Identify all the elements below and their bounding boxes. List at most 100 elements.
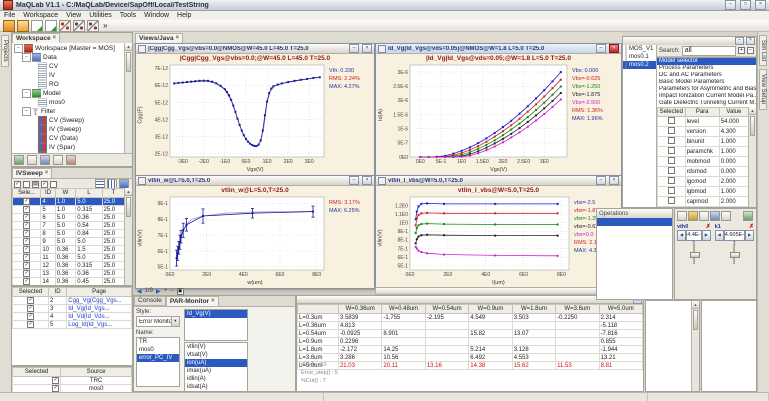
link-nodes-icon[interactable]	[59, 20, 71, 32]
ivsweep-scrollbar[interactable]: ▲	[124, 188, 132, 285]
column-header[interactable]: W=0.48um	[382, 305, 425, 314]
filter-node-icon[interactable]	[27, 155, 37, 165]
column-header[interactable]: Selected	[13, 288, 49, 297]
param-row[interactable]: igbmod1.000	[658, 187, 749, 197]
select-cell[interactable]	[658, 177, 686, 187]
close-icon[interactable]: ×	[45, 169, 49, 178]
column-header[interactable]: Selected	[13, 368, 61, 377]
select-cell[interactable]	[658, 117, 686, 127]
tuner-slider[interactable]	[733, 244, 735, 264]
table-row[interactable]: ✓51.00.31525.0	[13, 206, 125, 214]
param-value[interactable]: 0.000	[719, 167, 748, 177]
pager-next-icon[interactable]: ▶	[156, 288, 161, 295]
tab-sim-list[interactable]: Sim List	[759, 35, 767, 66]
tab-console[interactable]: Console	[134, 296, 166, 306]
table-row[interactable]: ✓2Cgg_Vg(Cgg_Vgs...	[13, 297, 132, 305]
checkbox-icon[interactable]: ✓	[27, 321, 34, 328]
add-param-button[interactable]: +	[738, 47, 745, 54]
expander-icon[interactable]: −	[22, 89, 31, 98]
new-workspace-icon[interactable]	[3, 20, 15, 32]
param-row[interactable]: capmod2.000	[658, 197, 749, 207]
param-group-item[interactable]: Process Parameters	[657, 65, 756, 72]
table-row[interactable]: L=0.36um4.813-5.118	[298, 322, 643, 330]
table-row[interactable]: ✓65.00.3625.0	[13, 214, 125, 222]
idvg-chart[interactable]: 0E05E-11E01.5E02E02.5E03E03E-62.5E-62E-6…	[385, 63, 570, 167]
collapsed-window-strip[interactable]	[375, 287, 620, 295]
param-group-item[interactable]: DC and AC Parameters	[657, 72, 756, 79]
select-cell[interactable]: ✓	[13, 214, 41, 222]
column-header[interactable]: W	[55, 189, 75, 198]
tuner-value[interactable]: 4.4E-1	[686, 230, 702, 241]
tree-node-data[interactable]: −Data	[12, 53, 125, 62]
table-row[interactable]: ✓120.360.31525.0	[13, 262, 125, 270]
table-row[interactable]: ✓5Log_Id(Id_Vgs...	[13, 321, 132, 329]
remove-param-button[interactable]: −	[747, 47, 754, 54]
select-cell[interactable]	[658, 167, 686, 177]
checkbox-icon[interactable]: ✓	[23, 214, 30, 221]
param-row[interactable]: rgatemod1.000	[658, 207, 749, 208]
param-value[interactable]: 1.000	[719, 187, 748, 197]
metric-item[interactable]: idlin(A)	[185, 375, 247, 383]
param-group-item[interactable]: Basic Model Parameters	[657, 79, 756, 86]
checkbox-icon[interactable]: ✓	[23, 278, 30, 285]
close-icon[interactable]: ×	[176, 34, 180, 43]
remove-tuner-icon[interactable]: ✗	[749, 223, 754, 230]
model-item[interactable]: MOS_V1	[623, 45, 656, 53]
remove-tuner-icon[interactable]: ✗	[706, 223, 711, 230]
operation-item[interactable]	[597, 218, 672, 226]
table-row[interactable]: L=0.54um-0.09258.90115.8213.07-7.816	[298, 330, 643, 338]
table-row[interactable]: ✓95.05.025.0	[13, 238, 125, 246]
model-item[interactable]: mos0.2	[623, 61, 656, 69]
column-header[interactable]: ID	[41, 189, 55, 198]
column-header[interactable]: T	[102, 189, 124, 198]
page-link[interactable]: Id_Vd(Id_Vds...	[67, 313, 132, 321]
param-row[interactable]: rdsmod0.000	[658, 167, 749, 177]
targets-list[interactable]: Id_Vg(V)	[184, 309, 248, 341]
menu-file[interactable]: File	[0, 12, 19, 19]
checkbox-icon[interactable]: ✓	[52, 385, 59, 392]
column-header[interactable]: Selected	[658, 108, 686, 117]
table-row[interactable]: ✓110.365.025.0	[13, 254, 125, 262]
pager-prev-icon[interactable]: ◀	[137, 288, 142, 295]
tree-leaf-iv-sweep-[interactable]: IV (Sweep)	[12, 125, 125, 134]
minimize-button[interactable]: –	[349, 44, 359, 53]
vtw-chart[interactable]: 0E02E04E06E08E09E-18E-17E-16E-15E-1	[145, 195, 327, 280]
param-row[interactable]: igcmod2.000	[658, 177, 749, 187]
tree-leaf-iv[interactable]: IV	[12, 71, 125, 80]
close-button[interactable]: ×	[609, 44, 619, 53]
select-cell[interactable]: ✓	[13, 270, 41, 278]
menu-utilities[interactable]: Utilities	[85, 12, 116, 19]
names-list[interactable]: TRmos0error_PC_IV	[136, 337, 180, 387]
sync-nodes-icon[interactable]	[87, 20, 99, 32]
column-header[interactable]: Page	[67, 288, 132, 297]
workspace-scrollbar[interactable]: ▲	[124, 43, 132, 154]
menu-view[interactable]: View	[62, 12, 85, 19]
checkbox-icon[interactable]: ✓	[23, 262, 30, 269]
select-cell[interactable]: ✓	[13, 262, 41, 270]
param-value[interactable]: 0.000	[719, 157, 748, 167]
style-select[interactable]: Error Monitor ▼	[136, 316, 180, 327]
column-header[interactable]: W=1.8um	[512, 305, 555, 314]
column-header[interactable]: W=0.9um	[469, 305, 512, 314]
select-cell[interactable]: ✓	[13, 198, 41, 206]
param-row[interactable]: paramchk1.000	[658, 147, 749, 157]
checkbox-icon[interactable]: ✓	[23, 270, 30, 277]
expander-icon[interactable]: −	[22, 107, 31, 116]
checkbox-icon[interactable]: ✓	[23, 238, 30, 245]
tree-leaf-cv[interactable]: CV	[12, 62, 125, 71]
param-value[interactable]: 2.000	[719, 197, 748, 207]
param-groups-list[interactable]: Model selectorProcess ParametersDC and A…	[657, 57, 756, 109]
checkbox-icon[interactable]: ✓	[27, 313, 34, 320]
metric-item[interactable]: ion(uA)	[185, 359, 247, 367]
select-cell[interactable]: ✓	[13, 254, 41, 262]
checkbox-icon[interactable]: ✓	[52, 377, 59, 384]
param-value[interactable]: 1.000	[719, 147, 748, 157]
name-item[interactable]: error_PC_IV	[137, 354, 179, 362]
close-icon[interactable]: ×	[53, 34, 57, 43]
result-list-scrollbar[interactable]: ▲	[691, 301, 699, 391]
pager-grid-icon[interactable]: ▣	[177, 288, 184, 295]
select-cell[interactable]	[658, 137, 686, 147]
tree-node-model[interactable]: −Model	[12, 89, 125, 98]
select-cell[interactable]	[658, 127, 686, 137]
checkbox-icon[interactable]	[668, 187, 675, 194]
